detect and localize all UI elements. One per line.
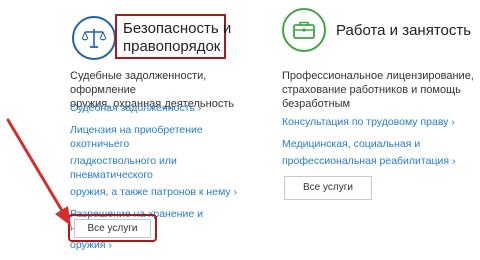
annotation-arrow: [6, 118, 71, 226]
